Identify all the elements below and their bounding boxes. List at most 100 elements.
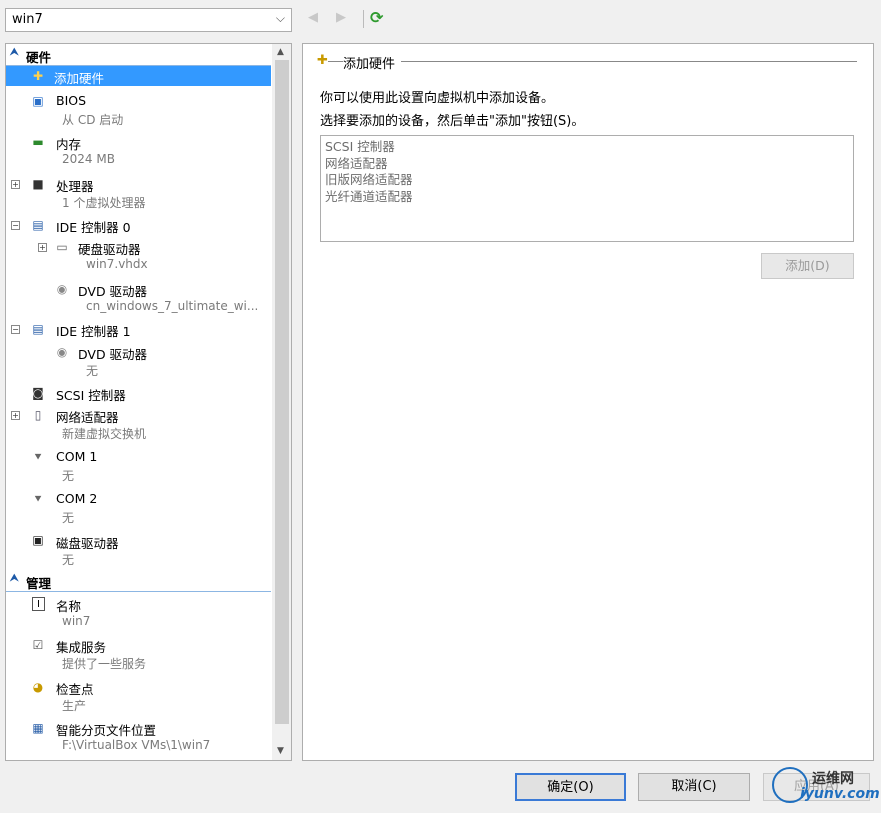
tree-item-label: 处理器 [56,179,94,194]
name-icon: I [32,597,45,611]
scroll-up-icon[interactable]: ▲ [277,47,284,57]
cancel-button[interactable]: 取消(C) [638,773,750,801]
tree-scrollbar[interactable]: ▲ ▼ [272,44,291,760]
tree-item-paging-file[interactable]: ▦ 智能分页文件位置 F:\VirtualBox VMs\1\win7 [6,719,271,759]
panel-description: 你可以使用此设置向虚拟机中添加设备。 [320,91,555,106]
tree-item-label: 添加硬件 [54,71,105,86]
tree-item-name[interactable]: I 名称 win7 [6,595,271,635]
tree-item-sub: 新建虚拟交换机 [62,427,147,441]
tree-item-com1[interactable]: ⯆ COM 1 无 [6,448,271,488]
scrollbar-thumb[interactable] [275,60,289,724]
device-list[interactable]: SCSI 控制器 网络适配器 旧版网络适配器 光纤通道适配器 [320,135,854,242]
list-item[interactable]: SCSI 控制器 [325,139,849,156]
tree-item-label: 内存 [56,137,82,152]
tree-item-label: COM 2 [56,491,98,506]
tree-item-ide0[interactable]: − ▤ IDE 控制器 0 [6,216,271,236]
tree-item-hdd[interactable]: + ▭ 硬盘驱动器 win7.vhdx [6,238,271,278]
vm-select[interactable]: win7 ⌵ [5,8,292,32]
memory-icon: ▬ [32,135,44,149]
ide-controller-icon: ▤ [32,218,44,232]
tree-item-dvd0[interactable]: ◉ DVD 驱动器 cn_windows_7_ultimate_wi... [6,280,271,320]
tree-item-ide1[interactable]: − ▤ IDE 控制器 1 [6,320,271,340]
tree-item-label: 网络适配器 [56,410,119,425]
tree-item-label: 硬盘驱动器 [78,242,141,257]
tree-item-memory[interactable]: ▬ 内存 2024 MB [6,133,271,173]
section-management-label: 管理 [26,576,52,591]
panel-instruction: 选择要添加的设备，然后单击"添加"按钮(S)。 [320,114,585,129]
refresh-icon[interactable]: ⟳ [370,8,383,27]
section-hardware-label: 硬件 [26,50,52,65]
add-button[interactable]: 添加(D) [761,253,854,279]
tree-item-label: IDE 控制器 1 [56,324,131,339]
tree-item-floppy[interactable]: ▣ 磁盘驱动器 无 [6,532,271,572]
tree-item-com2[interactable]: ⯆ COM 2 无 [6,490,271,530]
com-port-icon: ⯆ [33,492,43,506]
tree-item-processor[interactable]: + ■ 处理器 1 个虚拟处理器 [6,175,271,215]
tree-item-label: 检查点 [56,682,94,697]
section-hardware[interactable]: ⮝ 硬件 [6,47,271,66]
panel-title: 添加硬件 [343,53,402,72]
tree-item-label: BIOS [56,93,87,108]
tree-item-dvd1[interactable]: ◉ DVD 驱动器 无 [6,343,271,383]
watermark-logo: 运维网 iyunv.com [770,765,880,805]
section-management[interactable]: ⮝ 管理 [6,573,271,592]
ide-controller-icon: ▤ [32,322,44,336]
tree-item-sub: win7 [62,614,91,628]
expand-icon[interactable]: + [38,243,47,252]
dvd-icon: ◉ [56,345,68,359]
tree-item-bios[interactable]: ▣ BIOS 从 CD 启动 [6,91,271,131]
tree-item-label: COM 1 [56,449,98,464]
tree-item-sub: 从 CD 启动 [62,113,124,127]
tree-item-sub: F:\VirtualBox VMs\1\win7 [62,738,211,752]
ok-button[interactable]: 确定(O) [515,773,626,801]
add-hardware-icon: ✚ [317,53,328,68]
tree-item-add-hardware[interactable]: ✚ 添加硬件 [6,66,271,86]
dvd-icon: ◉ [56,282,68,296]
tree-item-sub: win7.vhdx [86,257,148,271]
tree-item-scsi[interactable]: ◙ SCSI 控制器 [6,384,271,404]
vm-select-value: win7 [12,12,43,27]
tree-item-network-adapter[interactable]: + ▯ 网络适配器 新建虚拟交换机 [6,406,271,446]
forward-icon[interactable]: ▶ [336,10,346,25]
tree-item-sub: 1 个虚拟处理器 [62,196,146,210]
tree-item-sub: 2024 MB [62,152,115,166]
paging-file-icon: ▦ [32,721,44,735]
tree-item-label: 集成服务 [56,640,107,655]
tree-item-integration-services[interactable]: ☑ 集成服务 提供了一些服务 [6,636,271,676]
collapse-icon[interactable]: − [11,221,20,230]
settings-tree[interactable]: ⮝ 硬件 ✚ 添加硬件 ▣ BIOS 从 CD 启动 ▬ 内存 2024 MB … [5,43,292,761]
integration-services-icon: ☑ [32,638,44,652]
expand-icon[interactable]: + [11,411,20,420]
network-adapter-icon: ▯ [34,408,42,422]
chevron-down-icon[interactable]: ⌵ [276,11,285,26]
collapse-icon[interactable]: ⮝ [10,47,19,58]
scsi-controller-icon: ◙ [32,386,44,400]
tree-item-label: DVD 驱动器 [78,284,148,299]
add-hardware-panel: ✚ 添加硬件 你可以使用此设置向虚拟机中添加设备。 选择要添加的设备，然后单击"… [302,43,874,761]
tree-item-label: 磁盘驱动器 [56,536,119,551]
tree-item-label: 智能分页文件位置 [56,723,157,738]
checkpoint-icon: ◕ [32,680,44,694]
collapse-icon[interactable]: − [11,325,20,334]
list-item[interactable]: 光纤通道适配器 [325,189,849,206]
collapse-icon[interactable]: ⮝ [10,573,19,584]
watermark-text: 运维网 [812,771,854,787]
tree-item-label: DVD 驱动器 [78,347,148,362]
tree-item-sub: 提供了一些服务 [62,657,147,671]
tree-item-checkpoint[interactable]: ◕ 检查点 生产 [6,678,271,718]
scroll-down-icon[interactable]: ▼ [277,746,284,756]
tree-item-sub: 无 [62,511,75,525]
back-icon[interactable]: ◀ [308,10,318,25]
hard-drive-icon: ▭ [56,240,68,254]
tree-item-sub: 生产 [62,699,87,713]
list-item[interactable]: 旧版网络适配器 [325,172,849,189]
nav-separator [363,10,364,28]
expand-icon[interactable]: + [11,180,20,189]
watermark-url: iyunv.com [800,786,880,802]
tree-item-sub: 无 [62,553,75,567]
add-hardware-icon: ✚ [32,69,44,83]
list-item[interactable]: 网络适配器 [325,156,849,173]
tree-item-label: 名称 [56,599,82,614]
tree-item-sub: 无 [62,469,75,483]
tree-item-label: SCSI 控制器 [56,388,126,403]
